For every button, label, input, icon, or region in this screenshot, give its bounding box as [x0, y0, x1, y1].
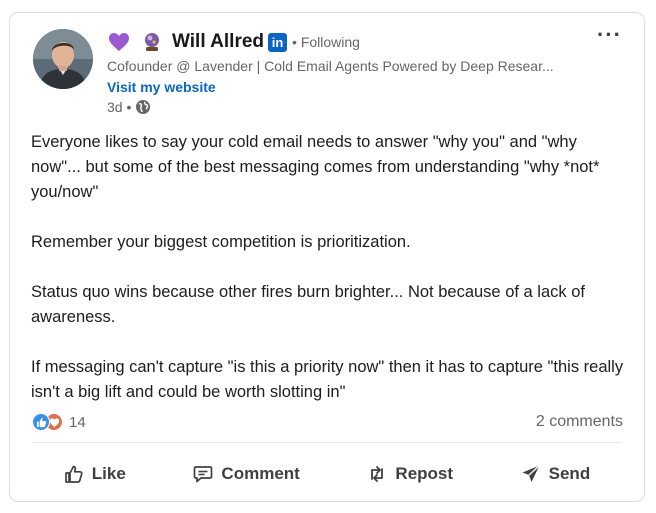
- author-headline: Cofounder @ Lavender | Cold Email Agents…: [107, 58, 554, 74]
- post-card: Will Allred in • Following Cofounder @ L…: [9, 12, 645, 502]
- send-label: Send: [548, 464, 591, 483]
- following-status: • Following: [292, 34, 360, 50]
- post-paragraph: Everyone likes to say your cold email ne…: [31, 133, 600, 201]
- thumbs-up-icon: [64, 465, 83, 483]
- reaction-count: 14: [69, 413, 86, 431]
- more-options-button[interactable]: ···: [597, 24, 622, 46]
- repost-button[interactable]: Repost: [355, 458, 465, 490]
- author-row: Will Allred in • Following: [108, 30, 360, 54]
- post-paragraph: If messaging can't capture "is this a pr…: [31, 358, 624, 401]
- like-label: Like: [91, 464, 126, 483]
- post-paragraph: Status quo wins because other fires burn…: [31, 283, 585, 326]
- repost-icon: [371, 466, 384, 482]
- post-age: 3d •: [107, 99, 132, 115]
- comments-count-link[interactable]: 2 comments: [536, 413, 623, 431]
- purple-heart-icon: [108, 32, 130, 52]
- avatar-image: [33, 29, 93, 89]
- author-name[interactable]: Will Allred: [172, 31, 264, 53]
- send-icon: [522, 464, 540, 482]
- action-bar: Like Comment Repost Send: [10, 453, 644, 495]
- comment-label: Comment: [221, 464, 300, 483]
- repost-label: Repost: [395, 464, 454, 483]
- divider: [32, 442, 622, 443]
- comment-icon: [194, 466, 213, 483]
- visit-website-link[interactable]: Visit my website: [107, 79, 216, 95]
- crystal-ball-emoji-icon: [142, 32, 162, 52]
- post-meta: 3d •: [107, 99, 151, 115]
- globe-icon: [135, 99, 151, 115]
- post-body: Everyone likes to say your cold email ne…: [31, 130, 631, 405]
- send-button[interactable]: Send: [509, 458, 603, 490]
- avatar[interactable]: [33, 29, 93, 89]
- linkedin-icon: in: [268, 32, 288, 52]
- like-button[interactable]: Like: [52, 458, 138, 490]
- like-reaction-icon: [32, 413, 50, 431]
- comment-button[interactable]: Comment: [181, 458, 311, 490]
- post-paragraph: Remember your biggest competition is pri…: [31, 233, 411, 251]
- reactions-summary[interactable]: 14: [32, 413, 86, 431]
